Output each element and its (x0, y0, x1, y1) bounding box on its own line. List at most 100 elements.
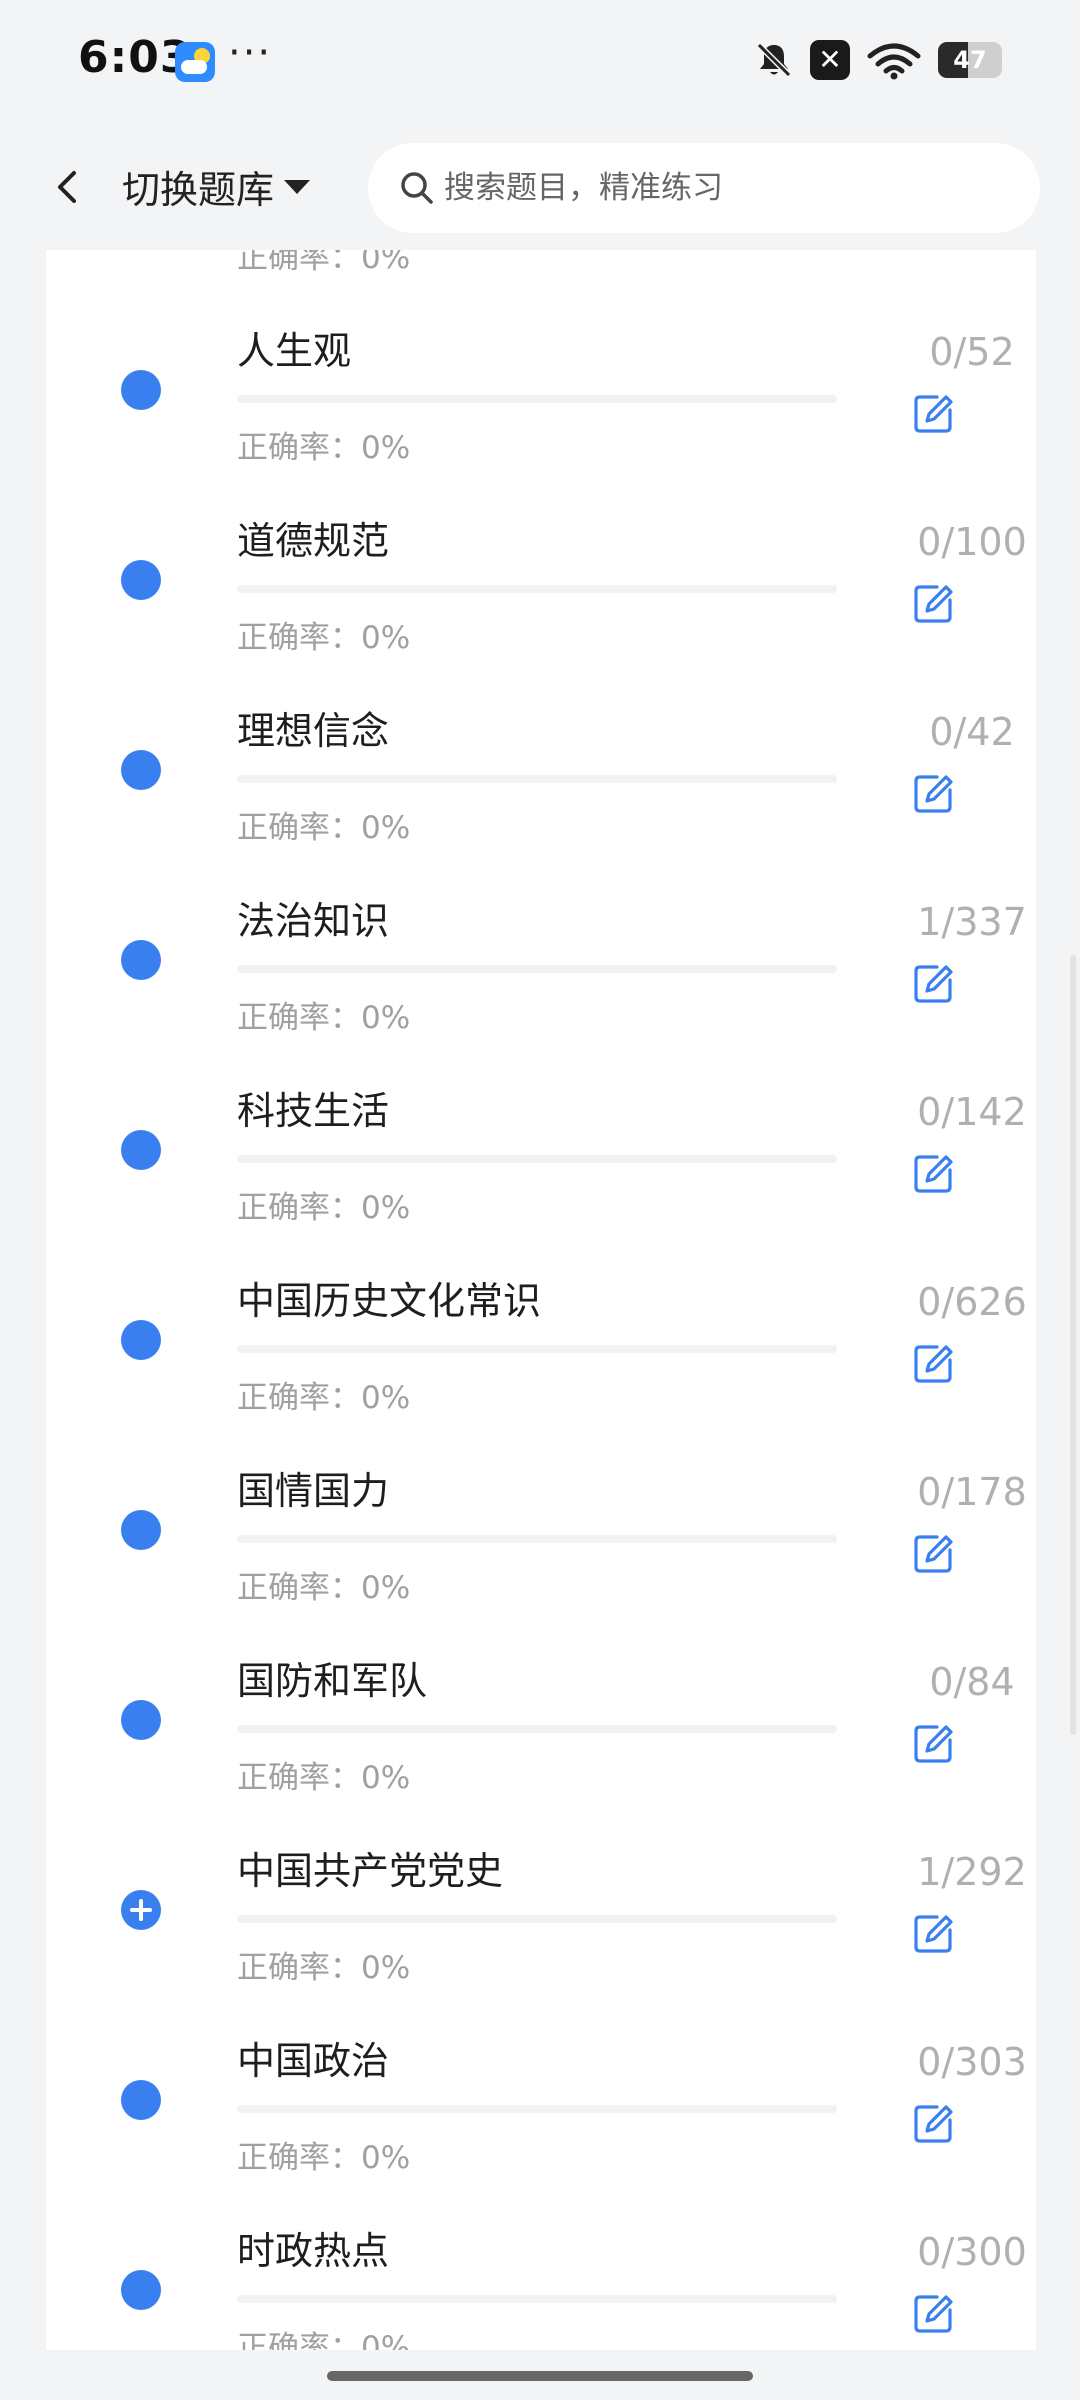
bullet-dot-icon (121, 560, 161, 600)
caret-down-icon (284, 179, 311, 194)
category-title: 中国政治 (237, 2039, 390, 2083)
category-row[interactable]: 道德规范 正确率：0% 0/100 (46, 470, 1036, 660)
search-input[interactable] (442, 169, 1006, 207)
progress-count: 0/178 (917, 1470, 1027, 1514)
category-title: 国防和军队 (237, 1659, 428, 1703)
home-indicator[interactable] (327, 2371, 753, 2381)
category-row[interactable]: 国防和军队 正确率：0% 0/84 (46, 1610, 1036, 1800)
edit-icon[interactable] (911, 772, 955, 816)
accuracy-text: 正确率：0% (237, 1190, 411, 1226)
expand-plus-icon[interactable] (121, 1890, 161, 1930)
progress-bar (237, 1915, 837, 1923)
edit-icon[interactable] (911, 2292, 955, 2336)
bullet-dot-icon (121, 1130, 161, 1170)
category-row[interactable]: 中国历史文化常识 正确率：0% 0/626 (46, 1230, 1036, 1420)
bell-muted-icon (756, 42, 792, 78)
category-row[interactable]: 科技生活 正确率：0% 0/142 (46, 1040, 1036, 1230)
category-title: 科技生活 (237, 1089, 390, 1133)
search-icon (401, 172, 433, 204)
progress-bar (237, 1345, 837, 1353)
bullet-dot-icon (121, 2270, 161, 2310)
progress-bar (237, 395, 837, 403)
bullet-dot-icon (121, 1510, 161, 1550)
accuracy-text: 正确率：0% (237, 1950, 411, 1986)
bullet-dot-icon (121, 1320, 161, 1360)
category-row[interactable]: 法治知识 正确率：0% 1/337 (46, 850, 1036, 1040)
category-row-partial[interactable]: 正确率：0% (46, 250, 1036, 280)
category-list: 正确率：0% 人生观 正确率：0% 0/52 道德规范 正确率：0% 0/100… (46, 250, 1036, 2350)
edit-icon[interactable] (911, 2102, 955, 2146)
category-title: 法治知识 (237, 899, 390, 943)
bullet-dot-icon (121, 940, 161, 980)
edit-icon[interactable] (911, 582, 955, 626)
edit-icon[interactable] (911, 1912, 955, 1956)
accuracy-text: 正确率：0% (237, 1380, 411, 1416)
search-bar[interactable] (368, 143, 1040, 233)
switch-bank-dropdown[interactable]: 切换题库 (122, 159, 311, 214)
scrollbar[interactable] (1070, 955, 1076, 1735)
battery-icon: 47 (938, 42, 1002, 78)
progress-count: 0/100 (917, 520, 1027, 564)
top-bar: 切换题库 (0, 125, 1080, 250)
accuracy-text: 正确率：0% (237, 1760, 411, 1796)
progress-bar (237, 585, 837, 593)
category-title: 国情国力 (237, 1469, 390, 1513)
accuracy-text: 正确率：0% (237, 1000, 411, 1036)
bullet-dot-icon (121, 370, 161, 410)
category-row[interactable]: 理想信念 正确率：0% 0/42 (46, 660, 1036, 850)
edit-icon[interactable] (911, 1532, 955, 1576)
wifi-icon (867, 43, 921, 80)
bullet-dot-icon (121, 1700, 161, 1740)
category-title: 中国历史文化常识 (237, 1279, 542, 1323)
progress-bar (237, 1155, 837, 1163)
progress-count: 1/337 (917, 900, 1027, 944)
accuracy-text: 正确率：0% (237, 620, 411, 656)
accuracy-text: 正确率：0% (237, 250, 411, 276)
weather-icon (175, 42, 215, 82)
progress-bar (237, 1725, 837, 1733)
progress-bar (237, 2295, 837, 2303)
battery-level: 47 (953, 46, 987, 74)
progress-count: 0/626 (917, 1280, 1027, 1324)
edit-icon[interactable] (911, 962, 955, 1006)
category-row[interactable]: 中国共产党党史 正确率：0% 1/292 (46, 1800, 1036, 1990)
progress-bar (237, 2105, 837, 2113)
edit-icon[interactable] (911, 1342, 955, 1386)
accuracy-text: 正确率：0% (237, 2330, 411, 2350)
accuracy-text: 正确率：0% (237, 1570, 411, 1606)
edit-icon[interactable] (911, 392, 955, 436)
status-icons: ✕ 47 (754, 40, 1002, 80)
progress-count: 0/42 (929, 710, 1015, 754)
category-row[interactable]: 人生观 正确率：0% 0/52 (46, 280, 1036, 470)
category-row[interactable]: 国情国力 正确率：0% 0/178 (46, 1420, 1036, 1610)
bullet-dot-icon (121, 2080, 161, 2120)
edit-icon[interactable] (911, 1722, 955, 1766)
progress-bar (237, 965, 837, 973)
category-row[interactable]: 中国政治 正确率：0% 0/303 (46, 1990, 1036, 2180)
back-chevron-icon[interactable] (40, 157, 100, 217)
progress-count: 0/142 (917, 1090, 1027, 1134)
status-bar: 6:03 ··· ✕ 47 (0, 0, 1080, 125)
progress-count: 0/303 (917, 2040, 1027, 2084)
progress-count: 0/84 (929, 1660, 1015, 1704)
category-title: 时政热点 (237, 2229, 390, 2273)
category-row[interactable]: 时政热点 正确率：0% 0/300 (46, 2180, 1036, 2350)
accuracy-text: 正确率：0% (237, 430, 411, 466)
category-title: 道德规范 (237, 519, 390, 563)
accuracy-text: 正确率：0% (237, 810, 411, 846)
category-title: 人生观 (237, 329, 352, 373)
x-box-icon: ✕ (810, 40, 850, 80)
more-notifications-icon: ··· (228, 30, 273, 76)
category-title: 理想信念 (237, 709, 390, 753)
edit-icon[interactable] (911, 1152, 955, 1196)
bullet-dot-icon (121, 750, 161, 790)
progress-bar (237, 1535, 837, 1543)
progress-count: 0/300 (917, 2230, 1027, 2274)
accuracy-text: 正确率：0% (237, 2140, 411, 2176)
progress-count: 1/292 (917, 1850, 1027, 1894)
category-title: 中国共产党党史 (237, 1849, 504, 1893)
progress-bar (237, 775, 837, 783)
switch-bank-label: 切换题库 (122, 168, 275, 212)
progress-count: 0/52 (929, 330, 1015, 374)
category-list-card: 正确率：0% 人生观 正确率：0% 0/52 道德规范 正确率：0% 0/100… (46, 250, 1036, 2350)
